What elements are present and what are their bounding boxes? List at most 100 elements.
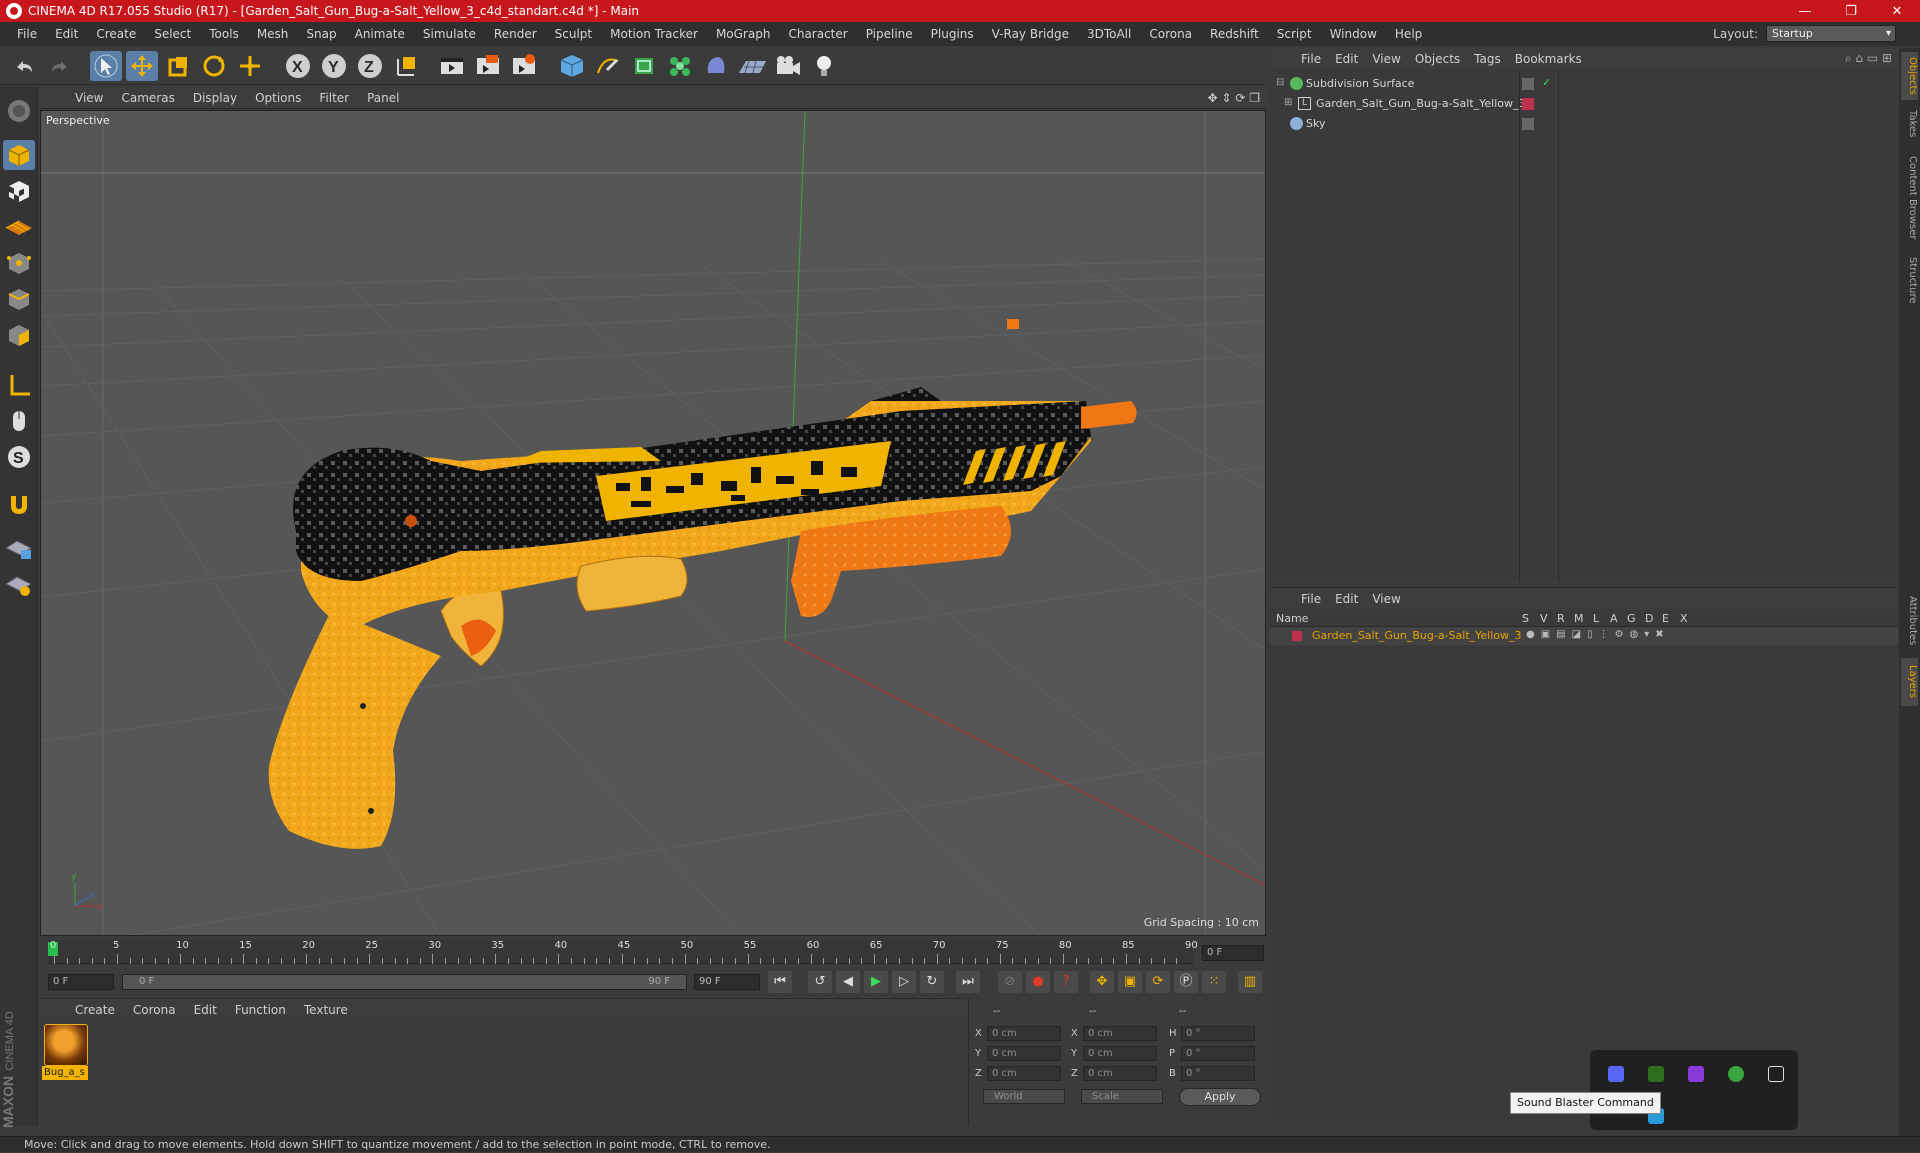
size-z-field[interactable]: 0 cm (1083, 1066, 1157, 1081)
menu-help[interactable]: Help (1386, 27, 1431, 41)
material-name-label[interactable]: Bug_a_s (42, 1066, 88, 1080)
menu-mesh[interactable]: Mesh (248, 27, 298, 41)
next-frame-icon[interactable]: ▷ (892, 971, 916, 993)
coordinate-system-icon[interactable] (390, 51, 422, 81)
material-thumbnail[interactable] (44, 1024, 88, 1066)
om-menu-file[interactable]: File (1294, 52, 1328, 66)
menu-vray-bridge[interactable]: V-Ray Bridge (983, 27, 1078, 41)
mograph-cloner-icon[interactable] (664, 51, 696, 81)
tab-layers[interactable]: Layers (1901, 658, 1918, 706)
key-parameter-icon[interactable]: Ⓟ (1174, 971, 1198, 993)
expand-collapse-icon[interactable]: ⊞ (1284, 97, 1292, 108)
tab-structure[interactable]: Structure (1901, 252, 1918, 308)
om-column-divider[interactable] (1558, 70, 1559, 582)
rotation-h-field[interactable]: 0 ° (1181, 1026, 1255, 1041)
planar-workplane-icon[interactable] (3, 570, 35, 600)
tweak-mode-icon[interactable] (3, 406, 35, 436)
transform-tool-icon[interactable] (234, 51, 266, 81)
menu-render[interactable]: Render (485, 27, 546, 41)
layer-row[interactable]: Garden_Salt_Gun_Bug-a-Salt_Yellow_3 ●▣▤◪… (1270, 627, 1898, 645)
viewport-menu-filter[interactable]: Filter (310, 91, 358, 105)
material-menu-corona[interactable]: Corona (124, 1003, 185, 1017)
tab-attributes[interactable]: Attributes (1901, 588, 1918, 654)
layer-manager-list[interactable]: Name S V R M L A G D E X Garden_Salt_Gun… (1270, 609, 1898, 1126)
menu-simulate[interactable]: Simulate (414, 27, 485, 41)
tab-objects[interactable]: Objects (1901, 52, 1918, 100)
render-settings-icon[interactable] (508, 51, 540, 81)
menu-create[interactable]: Create (87, 27, 145, 41)
position-y-field[interactable]: 0 cm (987, 1046, 1061, 1061)
workplane-mode-icon[interactable] (3, 212, 35, 242)
om-menu-edit[interactable]: Edit (1328, 52, 1365, 66)
material-manager-area[interactable]: Bug_a_s (40, 1020, 967, 1126)
object-row-sky[interactable]: Sky (1270, 114, 1898, 134)
go-to-end-icon[interactable]: ⏭ (956, 971, 980, 993)
magnet-icon[interactable] (3, 488, 35, 518)
expand-collapse-icon[interactable]: ⊟ (1276, 77, 1284, 88)
app-tray-icon[interactable] (1688, 1066, 1704, 1082)
menu-mograph[interactable]: MoGraph (707, 27, 780, 41)
menu-file[interactable]: File (8, 27, 46, 41)
x-axis-lock-icon[interactable]: X (282, 51, 314, 81)
points-mode-icon[interactable] (3, 248, 35, 278)
menu-corona[interactable]: Corona (1140, 27, 1201, 41)
tab-content-browser[interactable]: Content Browser (1901, 148, 1918, 248)
menu-sculpt[interactable]: Sculpt (546, 27, 601, 41)
menu-redshift[interactable]: Redshift (1201, 27, 1268, 41)
col-animation[interactable]: A (1610, 612, 1618, 625)
layer-color-swatch[interactable] (1292, 631, 1302, 641)
minimize-button[interactable]: — (1782, 4, 1828, 19)
col-name[interactable]: Name (1276, 612, 1308, 625)
timeline-window-icon[interactable]: ▥ (1238, 971, 1262, 993)
menu-snap[interactable]: Snap (297, 27, 345, 41)
om-menu-tags[interactable]: Tags (1467, 52, 1508, 66)
motion-record-icon[interactable]: ⊘ (998, 971, 1022, 993)
om-column-divider[interactable] (1519, 70, 1520, 582)
menu-edit[interactable]: Edit (46, 27, 87, 41)
frame-range-slider[interactable]: 0 F 90 F (122, 974, 687, 990)
apply-button[interactable]: Apply (1179, 1088, 1261, 1106)
previous-frame-icon[interactable]: ◀ (836, 971, 860, 993)
go-to-start-icon[interactable]: ⏮ (768, 971, 792, 993)
render-view-icon[interactable] (436, 51, 468, 81)
menu-script[interactable]: Script (1268, 27, 1321, 41)
viewport-camera-label[interactable]: Perspective (46, 114, 110, 127)
object-row-subdivision[interactable]: ⊟ Subdivision Surface ✓ (1270, 74, 1898, 94)
render-region-icon[interactable] (472, 51, 504, 81)
deformer-icon[interactable] (700, 51, 732, 81)
menu-character[interactable]: Character (779, 27, 856, 41)
light-object-icon[interactable] (808, 51, 840, 81)
play-icon[interactable]: ▶ (864, 971, 888, 993)
nvidia-icon[interactable] (1648, 1066, 1664, 1082)
col-render[interactable]: R (1557, 612, 1565, 625)
lm-menu-file[interactable]: File (1294, 592, 1328, 606)
viewport-menu-view[interactable]: View (66, 91, 112, 105)
axis-mode-icon[interactable] (3, 370, 35, 400)
y-axis-lock-icon[interactable]: Y (318, 51, 350, 81)
start-frame-field[interactable]: 0 F (48, 974, 114, 990)
layer-color-tag[interactable] (1522, 98, 1534, 110)
next-key-icon[interactable]: ↻ (920, 971, 944, 993)
security-check-icon[interactable] (1728, 1066, 1744, 1082)
undo-icon[interactable] (8, 51, 40, 81)
menu-window[interactable]: Window (1321, 27, 1386, 41)
end-frame-field[interactable]: 90 F (694, 974, 760, 990)
coordinate-mode-dropdown[interactable]: World (983, 1089, 1065, 1104)
lm-menu-edit[interactable]: Edit (1328, 592, 1365, 606)
texture-mode-icon[interactable] (3, 176, 35, 206)
rotation-b-field[interactable]: 0 ° (1181, 1066, 1255, 1081)
snap-icon[interactable]: S (3, 442, 35, 472)
om-search-home-icons[interactable]: ⌕ ⌂ ▭ ⊞ (1845, 51, 1892, 66)
material-menu-create[interactable]: Create (66, 1003, 124, 1017)
col-solo[interactable]: S (1522, 612, 1529, 625)
lock-workplane-icon[interactable] (3, 534, 35, 564)
edges-mode-icon[interactable] (3, 284, 35, 314)
menu-3dtoall[interactable]: 3DToAll (1078, 27, 1140, 41)
discord-icon[interactable] (1608, 1066, 1624, 1082)
menu-pipeline[interactable]: Pipeline (857, 27, 922, 41)
object-name[interactable]: Garden_Salt_Gun_Bug-a-Salt_Yellow_3 (1316, 97, 1526, 110)
cube-object-icon[interactable] (556, 51, 588, 81)
material-menu-function[interactable]: Function (226, 1003, 295, 1017)
layer-name[interactable]: Garden_Salt_Gun_Bug-a-Salt_Yellow_3 (1312, 629, 1522, 642)
key-pla-icon[interactable]: ⁙ (1202, 971, 1226, 993)
